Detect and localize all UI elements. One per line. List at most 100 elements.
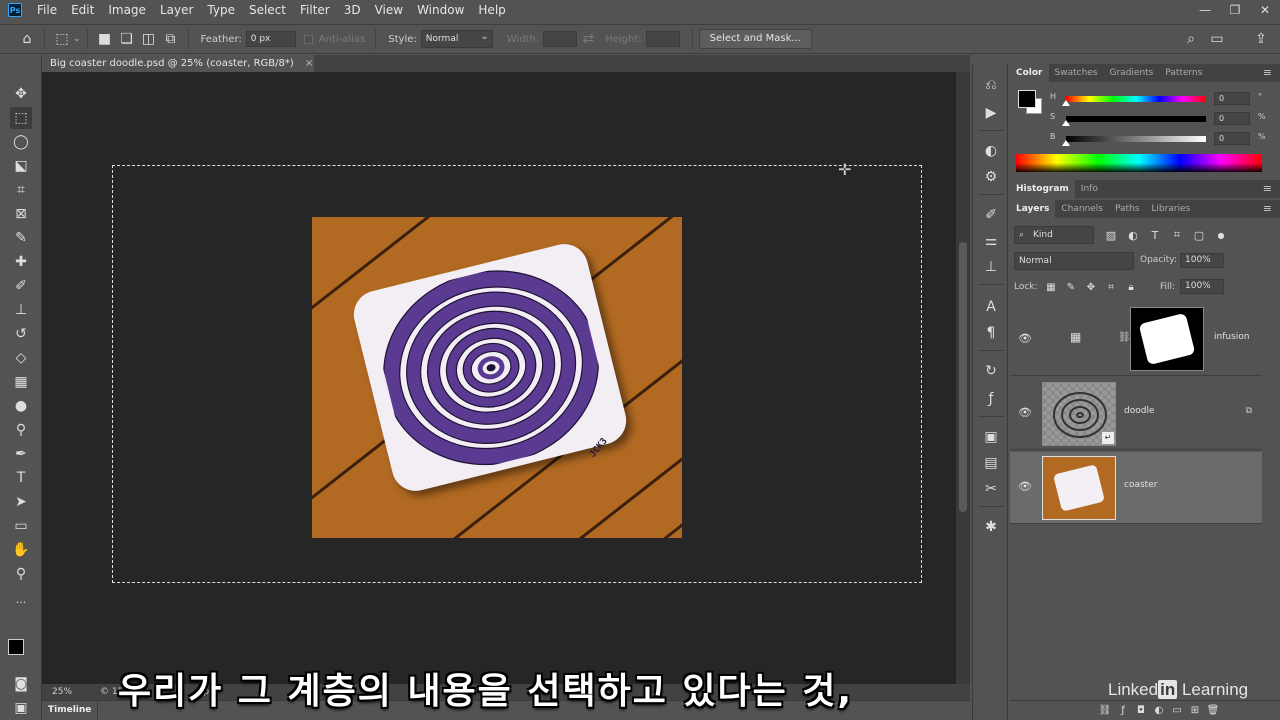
zoom-tool-icon[interactable]: ⚲ (10, 563, 32, 585)
layer-style-fx-icon[interactable]: ƒ (1114, 705, 1132, 716)
layer-row-doodle[interactable]: 👁︎ ↵ doodle ⧉ (1010, 378, 1262, 450)
swap-icon[interactable]: ⇄ (577, 28, 599, 50)
menu-image[interactable]: Image (101, 0, 153, 20)
layer-thumbnail[interactable] (1042, 456, 1116, 520)
layer-name[interactable]: coaster (1124, 480, 1157, 490)
brightness-slider[interactable] (1066, 136, 1206, 142)
hue-input[interactable]: 0 (1214, 92, 1250, 105)
brightness-input[interactable]: 0 (1214, 132, 1250, 145)
saturation-slider-knob[interactable] (1062, 120, 1070, 126)
rectangle-tool-icon[interactable]: ▭ (10, 515, 32, 537)
menu-edit[interactable]: Edit (64, 0, 101, 20)
tab-histogram[interactable]: Histogram (1010, 180, 1075, 198)
link-layers-icon[interactable]: ⛓︎ (1096, 705, 1114, 716)
minimize-icon[interactable]: — (1190, 0, 1220, 20)
add-mask-icon[interactable]: ◘ (1132, 705, 1150, 716)
crop-tool-icon[interactable]: ⌗ (10, 179, 32, 201)
tab-gradients[interactable]: Gradients (1104, 64, 1160, 82)
styles-fx-icon[interactable]: ƒ (980, 388, 1002, 410)
foreground-color-swatch[interactable] (8, 639, 24, 655)
tools-icon[interactable]: ✂ (980, 478, 1002, 500)
panel-menu-icon[interactable]: ≡ (1263, 180, 1272, 198)
chevron-down-icon[interactable]: ⌄ (73, 34, 81, 44)
gradient-tool-icon[interactable]: ▦ (10, 371, 32, 393)
tab-paths[interactable]: Paths (1109, 200, 1145, 218)
workspace-icon[interactable]: ▭ (1206, 28, 1228, 50)
subtract-selection-icon[interactable]: ◫ (138, 28, 160, 50)
blend-mode-select[interactable]: Normal (1014, 252, 1134, 270)
canvas-area[interactable]: JCK3 ✛ (42, 72, 956, 684)
fill-input[interactable]: 100% (1180, 279, 1224, 294)
scrollbar-thumb[interactable] (959, 242, 967, 512)
menu-filter[interactable]: Filter (293, 0, 337, 20)
width-input[interactable] (543, 31, 578, 47)
visibility-eye-icon[interactable]: 👁︎ (1018, 480, 1032, 493)
brush-settings-icon[interactable]: ⚙ (980, 166, 1002, 188)
mask-link-icon[interactable]: ⛓︎ (1118, 332, 1131, 343)
tab-swatches[interactable]: Swatches (1049, 64, 1104, 82)
pixel-filter-icon[interactable]: ▨ (1102, 226, 1120, 244)
pen-tool-icon[interactable]: ✒ (10, 443, 32, 465)
select-and-mask-button[interactable]: Select and Mask... (698, 29, 812, 49)
document-image[interactable]: JCK3 (312, 217, 682, 538)
smart-object-filter-icon[interactable]: ▢ (1190, 226, 1208, 244)
menu-type[interactable]: Type (200, 0, 242, 20)
foreground-color-swatch[interactable] (1018, 90, 1036, 108)
quick-mask-icon[interactable]: ◙ (10, 673, 32, 695)
rectangular-marquee-tool-icon[interactable]: ⬚ (10, 107, 32, 129)
tab-color[interactable]: Color (1010, 64, 1049, 82)
properties-icon[interactable]: ⚌ (980, 230, 1002, 252)
visibility-eye-icon[interactable]: 👁︎ (1018, 332, 1032, 345)
opacity-input[interactable]: 100% (1180, 253, 1224, 268)
layer-name[interactable]: doodle (1124, 406, 1154, 416)
lock-artboard-icon[interactable]: ⌗ (1104, 280, 1118, 294)
menu-file[interactable]: File (30, 0, 64, 20)
brightness-slider-knob[interactable] (1062, 140, 1070, 146)
layer-row-coaster[interactable]: 👁︎ coaster (1010, 452, 1262, 524)
menu-3d[interactable]: 3D (337, 0, 368, 20)
new-layer-icon[interactable]: ⊞ (1186, 705, 1204, 716)
notes-icon[interactable]: ▤ (980, 452, 1002, 474)
move-tool-icon[interactable]: ✥ (10, 83, 32, 105)
menu-layer[interactable]: Layer (153, 0, 200, 20)
add-selection-icon[interactable]: ❏ (116, 28, 138, 50)
layer-mask-thumbnail[interactable] (1130, 307, 1204, 371)
feather-input[interactable]: 0 px (245, 31, 296, 47)
style-select[interactable]: Normal (420, 29, 493, 48)
zoom-level[interactable]: 25% (42, 687, 82, 697)
new-selection-icon[interactable]: ■ (94, 28, 116, 50)
restore-icon[interactable]: ❐ (1220, 0, 1250, 20)
hue-slider[interactable] (1066, 96, 1206, 102)
brushes-icon[interactable]: ✐ (980, 204, 1002, 226)
menu-select[interactable]: Select (242, 0, 293, 20)
panel-menu-icon[interactable]: ≡ (1263, 200, 1272, 218)
close-window-icon[interactable]: ✕ (1250, 0, 1280, 20)
home-icon[interactable]: ⌂ (16, 28, 38, 50)
delete-layer-icon[interactable]: 🗑︎ (1204, 705, 1222, 716)
tab-info[interactable]: Info (1075, 180, 1104, 198)
lock-image-icon[interactable]: ✎ (1064, 280, 1078, 294)
layer-filter-select[interactable]: ⌕ Kind (1014, 226, 1094, 244)
intersect-selection-icon[interactable]: ⧉ (160, 28, 182, 50)
search-icon[interactable]: ⌕ (1180, 28, 1202, 50)
visibility-eye-icon[interactable]: 👁︎ (1018, 406, 1032, 419)
dodge-tool-icon[interactable]: ⚲ (10, 419, 32, 441)
menu-view[interactable]: View (368, 0, 410, 20)
lock-transparent-icon[interactable]: ▦ (1044, 280, 1058, 294)
new-group-icon[interactable]: ▭ (1168, 705, 1186, 716)
color-spectrum[interactable] (1016, 154, 1262, 172)
document-tab[interactable]: Big coaster doodle.psd @ 25% (coaster, R… (42, 55, 314, 72)
3d-icon[interactable]: ✱ (980, 516, 1002, 538)
glyphs-icon[interactable]: ↻ (980, 360, 1002, 382)
timeline-tab[interactable]: Timeline (42, 701, 99, 719)
blur-tool-icon[interactable]: ● (10, 395, 32, 417)
clone-source-icon[interactable]: ⊥ (980, 256, 1002, 278)
history-icon[interactable]: ⎌ (980, 74, 1002, 96)
height-input[interactable] (645, 31, 680, 47)
new-adjustment-icon[interactable]: ◐ (1150, 705, 1168, 716)
adjustment-filter-icon[interactable]: ◐ (1124, 226, 1142, 244)
tab-libraries[interactable]: Libraries (1145, 200, 1196, 218)
eraser-tool-icon[interactable]: ◇ (10, 347, 32, 369)
more-tools-icon[interactable]: ··· (10, 591, 32, 613)
healing-brush-tool-icon[interactable]: ✚ (10, 251, 32, 273)
